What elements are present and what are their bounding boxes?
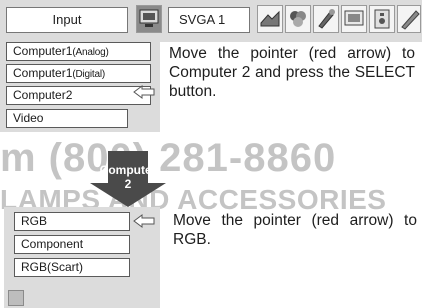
pen-icon[interactable] xyxy=(397,5,421,33)
watermark-phone: m (800) 281-8860 xyxy=(0,136,337,180)
menu-item-computer1-analog[interactable]: Computer1(Analog) xyxy=(6,42,151,61)
pointer-arrow-icon xyxy=(133,214,155,228)
menu-item-video[interactable]: Video xyxy=(6,109,128,128)
setting-icon[interactable] xyxy=(313,5,339,33)
color-adjust-icon[interactable] xyxy=(285,5,311,33)
menu-item-computer2[interactable]: Computer2 xyxy=(6,86,151,105)
instruction-step-2: Move the pointer (red arrow) to RGB. xyxy=(173,212,417,248)
menu-item-component[interactable]: Component xyxy=(14,235,130,254)
menu-item-rgb-scart[interactable]: RGB(Scart) xyxy=(14,258,130,277)
signal-mode-label: SVGA 1 xyxy=(168,7,250,33)
top-menu-bar: Input SVGA 1 xyxy=(0,0,422,42)
sound-icon[interactable] xyxy=(369,5,395,33)
screen-icon[interactable] xyxy=(341,5,367,33)
input-source-icon[interactable] xyxy=(136,5,162,33)
instruction-step-1: Move the pointer (red arrow) to Computer… xyxy=(169,45,415,100)
input-menu-label[interactable]: Input xyxy=(6,7,128,33)
transition-label: Computer 2 xyxy=(99,163,157,191)
pointer-arrow-icon xyxy=(133,85,155,99)
image-mode-icon[interactable] xyxy=(257,5,283,33)
exit-icon[interactable] xyxy=(8,290,24,306)
menu-item-computer1-digital[interactable]: Computer1(Digital) xyxy=(6,64,151,83)
menu-item-rgb[interactable]: RGB xyxy=(14,212,130,231)
